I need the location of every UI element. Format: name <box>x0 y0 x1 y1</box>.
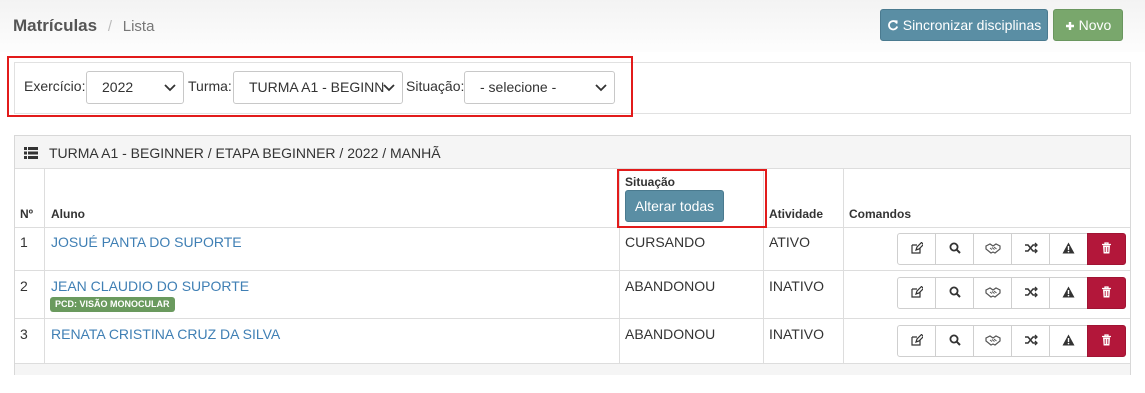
situacao-value: CURSANDO <box>625 234 706 250</box>
turma-select[interactable]: TURMA A1 - BEGINN <box>233 71 403 104</box>
row-commands <box>897 233 1126 265</box>
breadcrumb: Matrículas / Lista <box>13 16 154 36</box>
situacao-select-value: - selecione - <box>480 79 557 95</box>
new-button-label: Novo <box>1078 17 1112 33</box>
warning-button[interactable] <box>1049 277 1088 309</box>
row-divider <box>15 318 1130 319</box>
row-number: 1 <box>20 234 28 250</box>
warning-button[interactable] <box>1049 325 1088 357</box>
agreement-button[interactable] <box>973 325 1012 357</box>
column-header-num: Nº <box>20 207 34 221</box>
delete-button[interactable] <box>1087 325 1126 357</box>
warning-icon <box>1062 241 1075 257</box>
shuffle-icon <box>1024 241 1038 257</box>
delete-button[interactable] <box>1087 233 1126 265</box>
agreement-button[interactable] <box>973 277 1012 309</box>
pcd-badge: PCD: VISÃO MONOCULAR <box>50 297 175 312</box>
edit-button[interactable] <box>897 233 936 265</box>
edit-icon <box>910 333 924 349</box>
situacao-label: Situação: <box>406 78 465 94</box>
situacao-select[interactable]: - selecione - <box>464 71 615 104</box>
sync-disciplines-button[interactable]: Sincronizar disciplinas <box>880 9 1048 41</box>
handshake-icon <box>984 241 1001 257</box>
column-header-aluno: Aluno <box>51 207 85 221</box>
turma-select-value: TURMA A1 - BEGINN <box>249 79 385 95</box>
column-header-atividade: Atividade <box>769 207 824 221</box>
handshake-icon <box>984 285 1001 301</box>
search-icon <box>949 285 961 301</box>
situacao-value: ABANDONOU <box>625 278 716 294</box>
student-name-link[interactable]: JOSUÉ PANTA DO SUPORTE <box>51 234 242 250</box>
turma-label: Turma: <box>188 78 232 94</box>
exercicio-select-value: 2022 <box>102 79 134 95</box>
page-title: Matrículas <box>13 16 98 35</box>
view-button[interactable] <box>935 233 974 265</box>
transfer-button[interactable] <box>1011 277 1050 309</box>
column-divider <box>44 168 45 363</box>
transfer-button[interactable] <box>1011 233 1050 265</box>
chevron-down-icon <box>382 72 396 103</box>
situacao-value: ABANDONOU <box>625 326 716 342</box>
row-commands <box>897 325 1126 357</box>
row-number: 2 <box>20 278 28 294</box>
edit-icon <box>910 285 924 301</box>
handshake-icon <box>984 333 1001 349</box>
new-button[interactable]: Novo <box>1053 9 1123 41</box>
edit-icon <box>910 241 924 257</box>
chevron-down-icon <box>594 72 608 103</box>
row-divider <box>15 270 1130 271</box>
atividade-value: INATIVO <box>769 278 824 294</box>
view-button[interactable] <box>935 277 974 309</box>
refresh-icon <box>887 10 899 40</box>
plus-icon <box>1065 10 1075 40</box>
trash-icon <box>1101 241 1112 257</box>
panel-footer <box>15 363 1130 375</box>
student-name-link[interactable]: JEAN CLAUDIO DO SUPORTE <box>51 278 249 294</box>
highlight-frame-situacao <box>617 169 767 228</box>
edit-button[interactable] <box>897 277 936 309</box>
column-header-comandos: Comandos <box>849 207 912 221</box>
view-button[interactable] <box>935 325 974 357</box>
column-divider <box>843 168 844 363</box>
edit-button[interactable] <box>897 325 936 357</box>
warning-icon <box>1062 333 1075 349</box>
warning-icon <box>1062 285 1075 301</box>
sync-button-label: Sincronizar disciplinas <box>902 17 1042 33</box>
panel-header: TURMA A1 - BEGINNER / ETAPA BEGINNER / 2… <box>15 136 1130 169</box>
table-header-divider <box>15 227 1130 228</box>
delete-button[interactable] <box>1087 277 1126 309</box>
breadcrumb-separator: / <box>107 18 112 35</box>
search-icon <box>949 241 961 257</box>
row-number: 3 <box>20 326 28 342</box>
trash-icon <box>1101 285 1112 301</box>
panel-title: TURMA A1 - BEGINNER / ETAPA BEGINNER / 2… <box>49 145 441 161</box>
transfer-button[interactable] <box>1011 325 1050 357</box>
shuffle-icon <box>1024 285 1038 301</box>
row-commands <box>897 277 1126 309</box>
warning-button[interactable] <box>1049 233 1088 265</box>
search-icon <box>949 333 961 349</box>
shuffle-icon <box>1024 333 1038 349</box>
exercicio-label: Exercício: <box>24 78 86 94</box>
chevron-down-icon <box>163 72 177 103</box>
trash-icon <box>1101 333 1112 349</box>
exercicio-select[interactable]: 2022 <box>86 71 184 104</box>
atividade-value: ATIVO <box>769 234 810 250</box>
agreement-button[interactable] <box>973 233 1012 265</box>
breadcrumb-current: Lista <box>122 18 155 35</box>
student-name-link[interactable]: RENATA CRISTINA CRUZ DA SILVA <box>51 326 280 342</box>
list-icon <box>24 146 38 162</box>
atividade-value: INATIVO <box>769 326 824 342</box>
